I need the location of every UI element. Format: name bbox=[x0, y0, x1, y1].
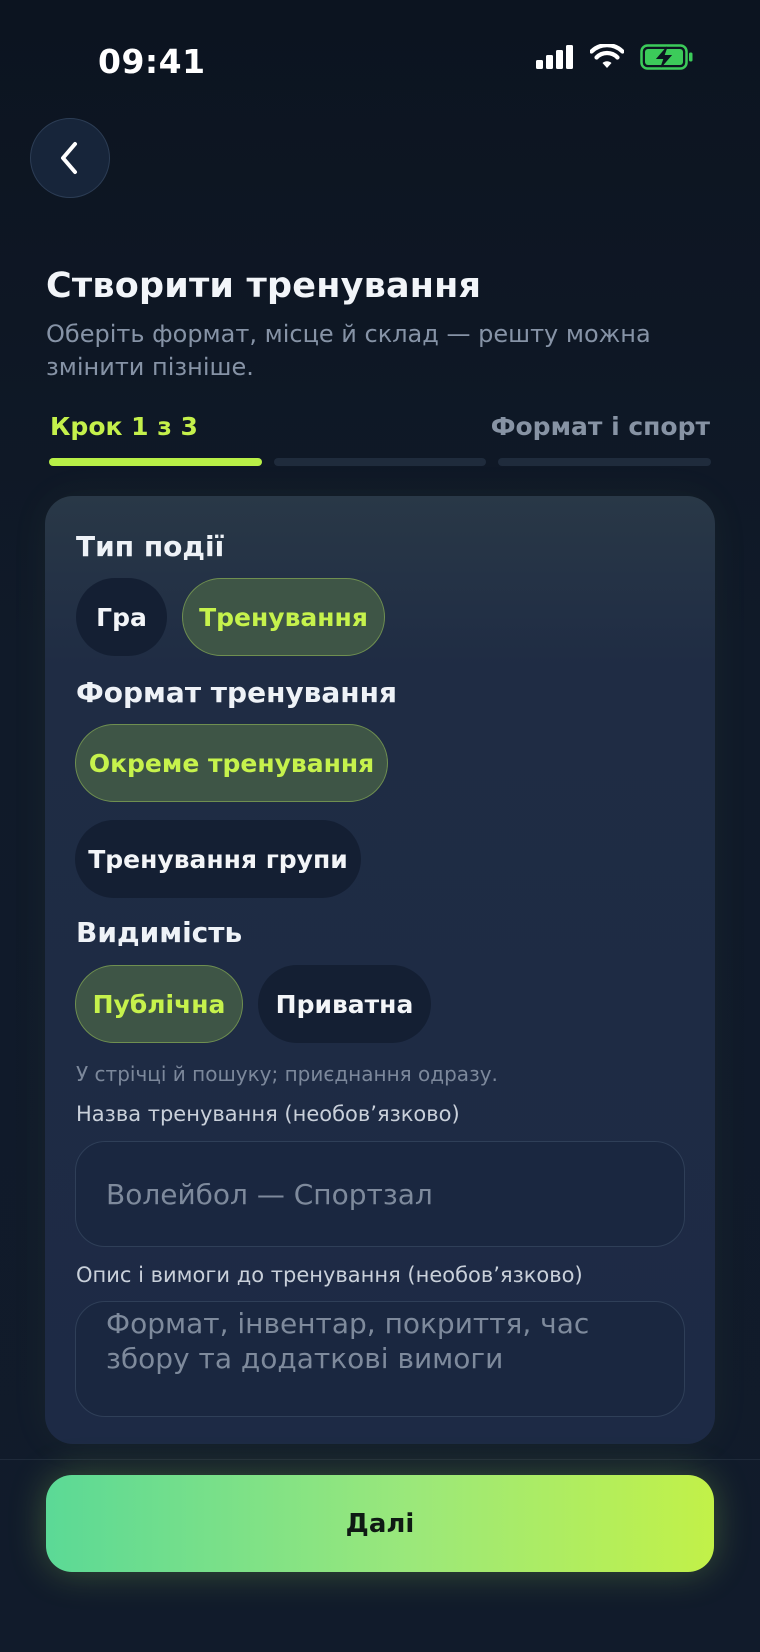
chevron-left-icon bbox=[61, 142, 77, 174]
back-button[interactable] bbox=[30, 118, 110, 198]
name-field-label: Назва тренування (необов’язково) bbox=[76, 1102, 460, 1126]
progress-segment-3 bbox=[498, 458, 712, 466]
visibility-label: Видимість bbox=[76, 916, 243, 949]
form-card: Тип події Гра Тренування Формат тренуван… bbox=[45, 496, 715, 1444]
event-type-label: Тип події bbox=[76, 530, 225, 563]
step-progress-bar bbox=[49, 458, 712, 466]
description-field-label: Опис і вимоги до тренування (необов’язко… bbox=[76, 1263, 583, 1287]
progress-segment-2 bbox=[273, 458, 487, 466]
chip-event-game[interactable]: Гра bbox=[76, 578, 167, 656]
visibility-hint: У стрічці й пошуку; приєднання одразу. bbox=[76, 1062, 498, 1086]
battery-charging-icon bbox=[640, 44, 693, 70]
step-name: Формат і спорт bbox=[490, 412, 710, 441]
training-name-input[interactable] bbox=[75, 1141, 685, 1247]
status-time: 09:41 bbox=[98, 42, 206, 81]
footer-divider bbox=[0, 1459, 760, 1460]
page-title: Створити тренування bbox=[46, 266, 482, 306]
page-subtitle: Оберіть формат, місце й склад — решту мо… bbox=[46, 320, 651, 381]
status-icons bbox=[536, 44, 694, 70]
chip-event-training[interactable]: Тренування bbox=[182, 578, 385, 656]
chip-format-group[interactable]: Тренування групи bbox=[75, 820, 361, 898]
next-button[interactable]: Далі bbox=[46, 1475, 714, 1572]
signal-icon bbox=[536, 45, 573, 69]
wifi-icon bbox=[590, 44, 624, 68]
training-description-textarea[interactable] bbox=[75, 1301, 685, 1417]
chip-visibility-private[interactable]: Приватна bbox=[258, 965, 431, 1043]
step-counter: Крок 1 з 3 bbox=[50, 412, 198, 441]
chip-visibility-public[interactable]: Публічна bbox=[75, 965, 243, 1043]
screen: 09:41 Створити тренування Оберіть формат… bbox=[0, 0, 760, 1652]
progress-segment-1 bbox=[49, 458, 262, 466]
chip-format-single[interactable]: Окреме тренування bbox=[75, 724, 388, 802]
training-format-label: Формат тренування bbox=[76, 676, 397, 709]
